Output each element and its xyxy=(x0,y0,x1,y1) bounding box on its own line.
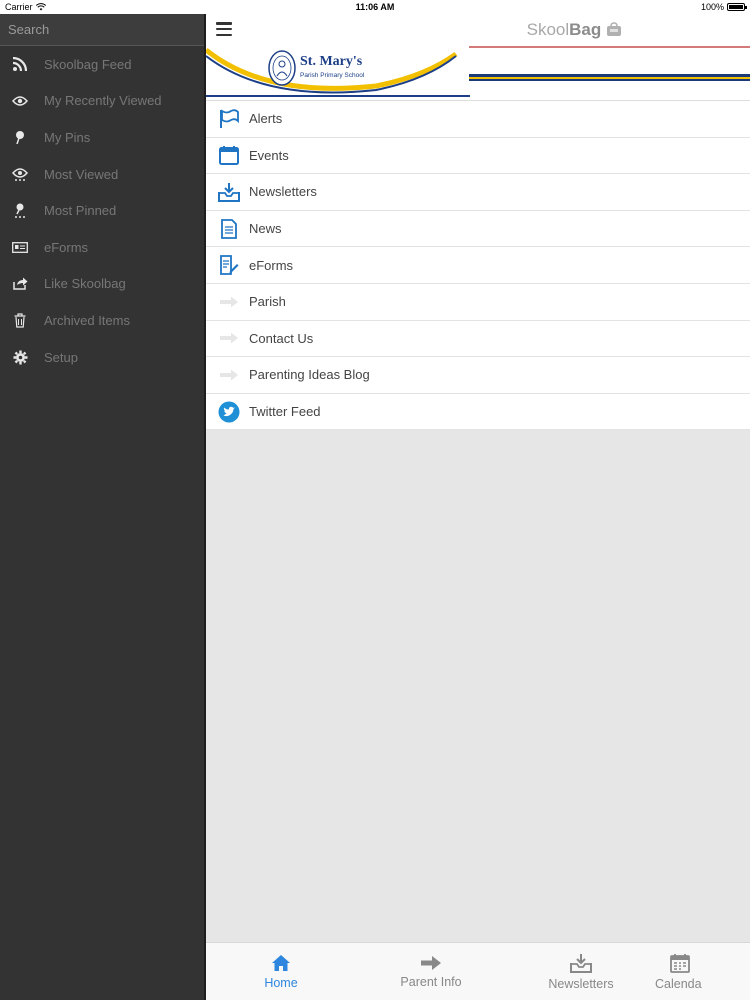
home-icon xyxy=(272,954,290,971)
skoolbag-logo: SkoolBag xyxy=(527,20,622,40)
sidebar-item-like-skoolbag[interactable]: Like Skoolbag xyxy=(0,266,204,303)
menu-item-label: Newsletters xyxy=(249,184,317,200)
inbox-download-icon xyxy=(206,182,249,202)
menu-item-events[interactable]: Events xyxy=(206,138,750,175)
menu-item-label: News xyxy=(249,221,282,237)
eye-dots-icon xyxy=(0,167,38,181)
sidebar: Skoolbag Feed My Recently Viewed My Pins… xyxy=(0,14,204,1000)
search-bar xyxy=(0,14,204,46)
menu-item-newsletters[interactable]: Newsletters xyxy=(206,174,750,211)
share-icon xyxy=(0,277,38,291)
inbox-download-icon xyxy=(570,953,592,973)
menu-item-parenting-ideas-blog[interactable]: Parenting Ideas Blog xyxy=(206,357,750,394)
menu-item-label: Parish xyxy=(249,294,286,310)
sidebar-item-my-pins[interactable]: My Pins xyxy=(0,119,204,156)
menu-item-contact-us[interactable]: Contact Us xyxy=(206,321,750,358)
sidebar-item-eforms[interactable]: eForms xyxy=(0,229,204,266)
arrow-right-icon xyxy=(206,332,249,344)
sidebar-item-most-viewed[interactable]: Most Viewed xyxy=(0,156,204,193)
sidebar-item-label: My Recently Viewed xyxy=(44,93,162,109)
arrow-right-icon xyxy=(421,955,441,970)
menu-item-eforms[interactable]: eForms xyxy=(206,247,750,284)
menu-item-label: Contact Us xyxy=(249,330,314,346)
arrow-right-icon xyxy=(206,296,249,308)
brand-light: Skool xyxy=(526,20,570,39)
sidebar-item-label: eForms xyxy=(44,239,89,255)
menu-item-news[interactable]: News xyxy=(206,211,750,248)
menu-item-label: Alerts xyxy=(249,111,283,127)
hamburger-menu-icon[interactable] xyxy=(216,22,232,36)
tab-label: Calenda xyxy=(655,976,702,991)
tab-newsletters[interactable]: Newsletters xyxy=(506,943,656,1000)
sidebar-item-skoolbag-feed[interactable]: Skoolbag Feed xyxy=(0,46,204,83)
twitter-icon xyxy=(206,401,249,423)
sidebar-item-label: Most Viewed xyxy=(44,166,119,182)
tab-label: Newsletters xyxy=(548,976,614,991)
sidebar-item-setup[interactable]: Setup xyxy=(0,339,204,376)
menu-item-label: Events xyxy=(249,147,289,163)
menu-item-twitter-feed[interactable]: Twitter Feed xyxy=(206,394,750,431)
calendar-icon xyxy=(670,953,690,973)
gear-icon xyxy=(0,350,38,365)
sidebar-item-label: Like Skoolbag xyxy=(44,276,126,292)
top-bar: SkoolBag xyxy=(206,14,750,46)
banner-top-line xyxy=(469,46,750,48)
tab-home[interactable]: Home xyxy=(206,943,356,1000)
battery-indicator: 100% xyxy=(700,2,747,12)
pin-icon xyxy=(0,130,38,145)
menu-item-label: Parenting Ideas Blog xyxy=(249,367,370,383)
banner-stripe xyxy=(469,74,750,81)
sidebar-item-label: Archived Items xyxy=(44,312,130,328)
sidebar-item-archived-items[interactable]: Archived Items xyxy=(0,302,204,339)
form-pencil-icon xyxy=(206,255,249,276)
tab-calendar[interactable]: Calenda xyxy=(655,943,750,1000)
clock: 11:06 AM xyxy=(355,2,395,12)
status-bar: Carrier 11:06 AM 100% xyxy=(0,0,750,14)
arrow-right-icon xyxy=(206,369,249,381)
flag-icon xyxy=(206,109,249,129)
sidebar-item-label: My Pins xyxy=(44,129,91,145)
sidebar-item-label: Most Pinned xyxy=(44,203,117,219)
school-name: St. Mary's xyxy=(300,54,363,69)
school-logo: St. Mary's Parish Primary School xyxy=(206,46,470,98)
id-card-icon xyxy=(0,241,38,253)
main-content: SkoolBag St. Mary's Parish Primary Schoo… xyxy=(206,14,750,1000)
pin-dots-icon xyxy=(0,203,38,219)
sidebar-item-recently-viewed[interactable]: My Recently Viewed xyxy=(0,83,204,120)
battery-icon xyxy=(727,3,747,11)
school-banner: St. Mary's Parish Primary School xyxy=(206,46,750,101)
search-input[interactable] xyxy=(8,22,198,37)
sidebar-item-label: Skoolbag Feed xyxy=(44,56,132,72)
tab-parent-info[interactable]: Parent Info xyxy=(356,943,506,1000)
menu-item-alerts[interactable]: Alerts xyxy=(206,101,750,138)
menu-item-label: Twitter Feed xyxy=(249,404,321,420)
menu-item-label: eForms xyxy=(249,257,294,273)
brand-bold: Bag xyxy=(569,20,602,39)
tab-label: Home xyxy=(264,975,298,990)
rss-icon xyxy=(0,57,38,72)
document-icon xyxy=(206,218,249,239)
battery-percent: 100% xyxy=(700,2,724,12)
tab-bar: Home Parent Info Newsletters Calenda xyxy=(206,942,750,1000)
sidebar-item-label: Setup xyxy=(44,349,78,365)
school-subtitle: Parish Primary School xyxy=(300,72,365,79)
bag-icon xyxy=(607,22,621,36)
eye-icon xyxy=(0,96,38,106)
home-menu: Alerts Events Newsletters News eForms Pa… xyxy=(206,101,750,431)
sidebar-item-most-pinned[interactable]: Most Pinned xyxy=(0,192,204,229)
calendar-icon xyxy=(206,145,249,166)
trash-icon xyxy=(0,313,38,328)
menu-item-parish[interactable]: Parish xyxy=(206,284,750,321)
tab-label: Parent Info xyxy=(400,974,462,989)
